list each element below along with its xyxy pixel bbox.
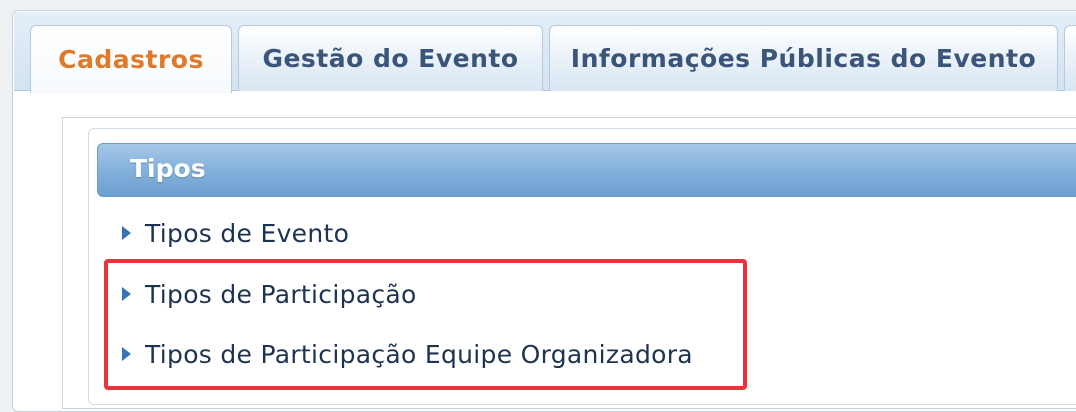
section-header (97, 143, 1076, 197)
caret-right-icon (122, 226, 131, 240)
menu-item-tipos-de-evento[interactable]: Tipos de Evento (122, 213, 349, 253)
highlight-box (104, 259, 747, 390)
section-title: Tipos (130, 154, 206, 183)
tab-cadastros[interactable]: Cadastros (30, 25, 232, 93)
tab-overflow[interactable] (1064, 25, 1076, 91)
tab-informacoes-publicas[interactable]: Informações Públicas do Evento (549, 25, 1058, 91)
tab-gestao-do-evento[interactable]: Gestão do Evento (238, 25, 543, 91)
menu-item-label[interactable]: Tipos de Evento (145, 219, 349, 248)
